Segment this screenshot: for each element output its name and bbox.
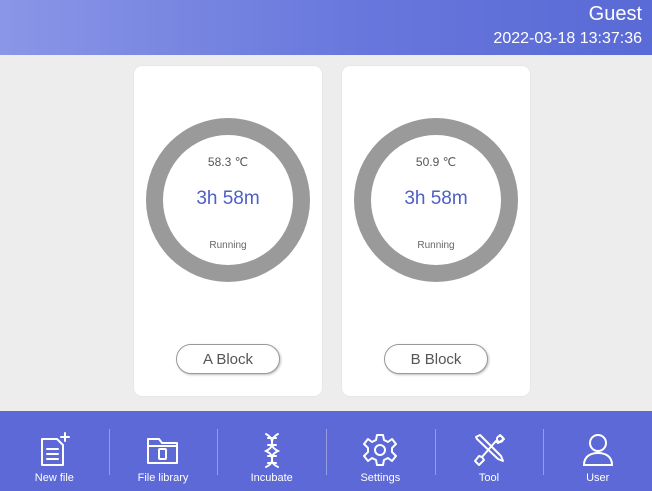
b-block-button[interactable]: B Block	[384, 344, 488, 374]
datetime-display: 2022-03-18 13:37:36	[493, 30, 642, 47]
run-status: Running	[417, 240, 455, 251]
gear-icon	[363, 434, 398, 466]
nav-tool[interactable]: Tool	[434, 411, 544, 491]
block-card-b[interactable]: 50.9 ℃ 3h 58m Running B Block	[342, 66, 530, 396]
dna-icon	[263, 433, 280, 468]
ring-center: 50.9 ℃ 3h 58m Running	[371, 135, 501, 265]
new-file-icon	[41, 432, 71, 466]
tools-icon	[474, 434, 506, 466]
nav-label: Incubate	[250, 472, 293, 484]
nav-new-file[interactable]: New file	[0, 411, 109, 491]
user-icon	[582, 434, 613, 466]
block-card-a[interactable]: 58.3 ℃ 3h 58m Running A Block	[134, 66, 322, 396]
folder-icon	[147, 438, 178, 464]
nav-user[interactable]: User	[543, 411, 652, 491]
nav-label: New file	[34, 472, 74, 484]
remaining-time: 3h 58m	[404, 188, 468, 209]
progress-ring: 58.3 ℃ 3h 58m Running	[146, 118, 310, 282]
progress-ring: 50.9 ℃ 3h 58m Running	[354, 118, 518, 282]
run-status: Running	[209, 240, 247, 251]
temperature-readout: 50.9 ℃	[415, 155, 457, 169]
remaining-time: 3h 58m	[196, 188, 260, 209]
bottom-nav: New file File library Incubate Settings	[0, 411, 652, 491]
nav-label: File library	[137, 472, 189, 484]
nav-label: Settings	[360, 472, 401, 484]
temperature-readout: 58.3 ℃	[207, 155, 249, 169]
current-user[interactable]: Guest	[589, 2, 642, 26]
ring-center: 58.3 ℃ 3h 58m Running	[163, 135, 293, 265]
a-block-button[interactable]: A Block	[176, 344, 280, 374]
nav-incubate[interactable]: Incubate	[217, 411, 326, 491]
nav-file-library[interactable]: File library	[108, 411, 218, 491]
header-bar: Guest 2022-03-18 13:37:36	[0, 0, 652, 55]
nav-settings[interactable]: Settings	[326, 411, 435, 491]
nav-label: User	[586, 472, 610, 484]
nav-label: Tool	[478, 472, 500, 484]
